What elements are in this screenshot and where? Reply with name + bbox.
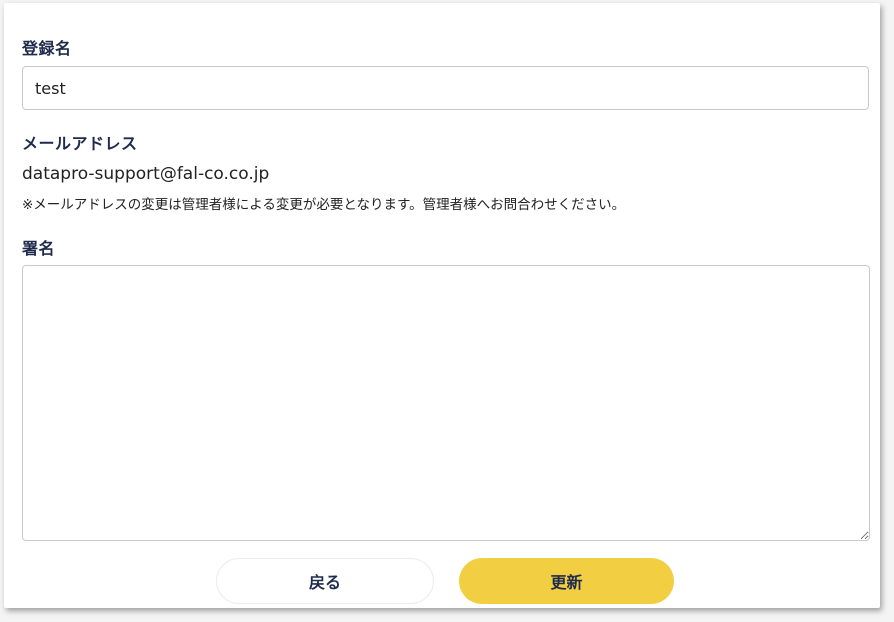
email-label: メールアドレス <box>22 134 138 153</box>
profile-form-panel: 登録名 メールアドレス datapro-support@fal-co.co.jp… <box>4 3 880 608</box>
signature-label: 署名 <box>22 239 56 258</box>
registered-name-input[interactable] <box>22 66 869 110</box>
email-value: datapro-support@fal-co.co.jp <box>22 164 270 184</box>
registered-name-label: 登録名 <box>22 39 72 58</box>
back-button[interactable]: 戻る <box>216 558 434 604</box>
update-button[interactable]: 更新 <box>459 558 674 604</box>
email-change-note: ※メールアドレスの変更は管理者様による変更が必要となります。管理者様へお問合わせ… <box>22 197 626 213</box>
signature-textarea[interactable] <box>22 265 870 541</box>
